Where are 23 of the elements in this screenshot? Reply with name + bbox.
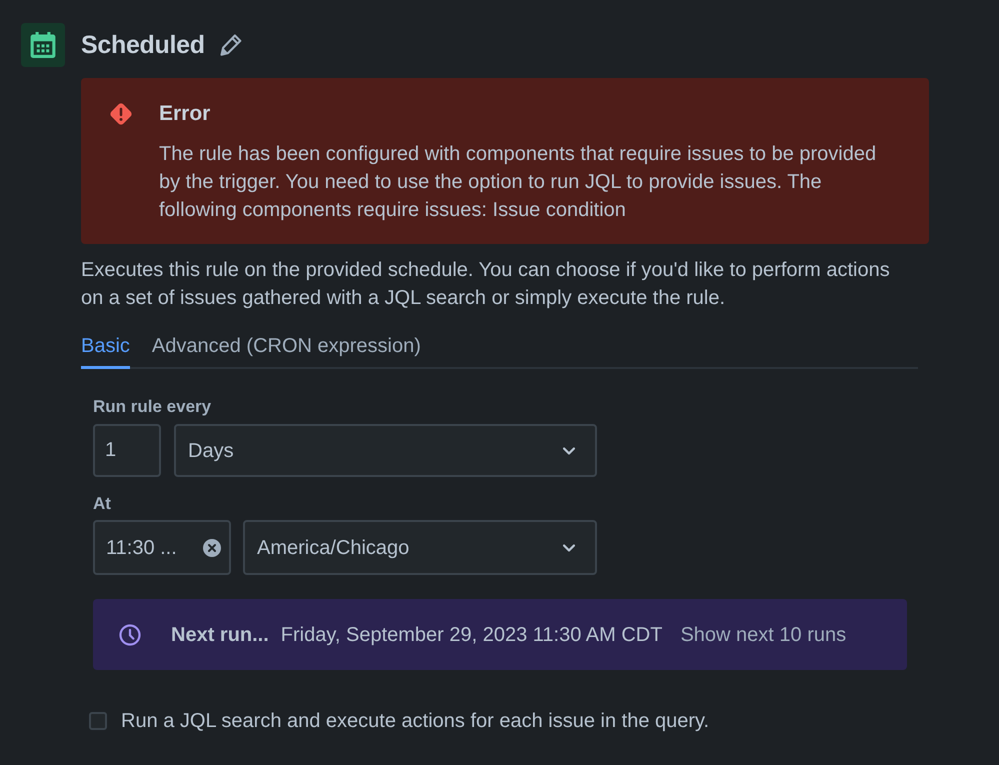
tab[interactable]: Advanced (CRON expression) [152,332,421,369]
clock-icon [119,624,141,646]
field-label: Run rule every [93,397,212,417]
chevron-down-icon [563,544,575,552]
alert-message: The rule has been configured with components that require issues to be provided by the trigger. You need to use the option to run JQL to provide issues. The following components require issues: Issue condition [159,142,878,223]
pencil-icon[interactable] [220,34,242,56]
alert-title: Error [159,102,212,126]
clear-icon[interactable] [203,538,221,556]
number-field[interactable]: 1 [93,424,161,477]
checkbox-label: Run a JQL search and execute actions for each issue in the query. [121,709,710,734]
calendar-icon [21,23,65,67]
chevron-down-icon [563,446,575,454]
description-text: Executes this rule on the provided schedule. You can choose if you'd like to perform actions on a set of issues gathered with a JQL search or simply execute the rule. [81,258,891,311]
unit-select[interactable]: Days [174,424,597,477]
checkbox[interactable] [89,712,107,730]
next-run-label: Next run... [171,622,269,648]
show-runs-link[interactable]: Show next 10 runs [674,620,852,648]
time-field[interactable]: 11:30 ... [93,520,231,575]
field-label: At [93,494,112,514]
timezone-select[interactable]: America/Chicago [243,520,597,575]
next-run-value: Friday, September 29, 2023 11:30 AM CDT [280,622,662,648]
tab[interactable]: Basic [81,332,130,369]
page-title: Scheduled [81,30,205,61]
